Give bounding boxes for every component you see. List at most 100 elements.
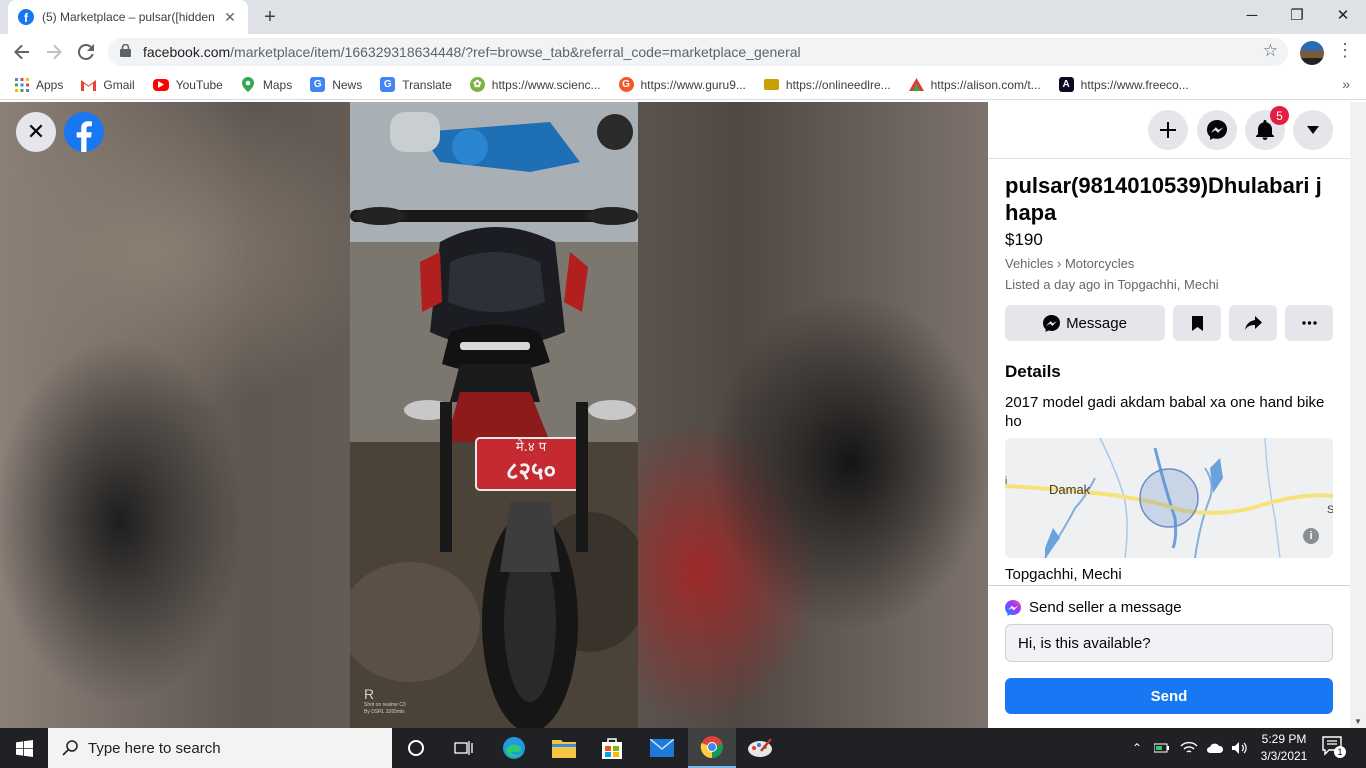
share-icon: [1244, 315, 1262, 330]
send-button[interactable]: Send: [1005, 678, 1333, 714]
map-graphic: [1005, 438, 1333, 558]
plate-top-text: मे.४ प: [515, 440, 547, 455]
listing-description: 2017 model gadi akdam babal xa one hand …: [1005, 394, 1325, 430]
facebook-icon: f: [18, 9, 34, 25]
start-button[interactable]: [0, 728, 48, 768]
minimize-button[interactable]: ─: [1229, 0, 1275, 30]
folder-icon: [552, 740, 576, 758]
browser-tab[interactable]: f (5) Marketplace – pulsar([hidden ✕: [8, 0, 248, 34]
location-map[interactable]: Damak i S i: [1005, 438, 1333, 558]
photo-viewer: मे.४ प ८२५० R Shot on realme C3 By DSRL …: [0, 102, 988, 728]
address-bar[interactable]: facebook.com/marketplace/item/1663293186…: [108, 38, 1288, 66]
tab-close-icon[interactable]: ✕: [222, 9, 238, 26]
paint-taskbar-button[interactable]: [736, 728, 784, 768]
taskbar-search[interactable]: Type here to search: [48, 728, 392, 768]
listing-photo[interactable]: मे.४ प ८२५० R Shot on realme C3 By DSRL …: [350, 102, 638, 728]
listing-category[interactable]: Vehicles › Motorcycles: [1005, 256, 1134, 271]
volume-icon[interactable]: [1232, 741, 1248, 755]
action-center-button[interactable]: 1: [1322, 736, 1346, 760]
more-options-button[interactable]: [1285, 305, 1333, 341]
map-info-icon[interactable]: i: [1303, 528, 1319, 544]
url-host: facebook.com: [143, 44, 231, 60]
window-close-button[interactable]: ✕: [1320, 0, 1366, 30]
youtube-icon: [152, 78, 169, 91]
bookmark-freecodecamp[interactable]: A https://www.freeco...: [1058, 77, 1189, 92]
browser-menu-icon[interactable]: ⋮: [1336, 40, 1354, 64]
section-divider: [988, 585, 1350, 586]
messenger-button[interactable]: [1197, 110, 1237, 150]
url-path: /marketplace/item/166329318634448/?ref=b…: [230, 44, 801, 60]
bookmark-label: YouTube: [175, 77, 223, 92]
bookmark-maps[interactable]: Maps: [241, 77, 292, 92]
file-explorer-button[interactable]: [540, 728, 588, 768]
lock-icon: [120, 43, 131, 60]
show-hidden-icons[interactable]: ⌃: [1132, 741, 1142, 755]
action-center-count: 1: [1334, 746, 1346, 758]
page-scrollbar[interactable]: ▼: [1350, 102, 1366, 728]
bookmark-alison[interactable]: https://alison.com/t...: [908, 77, 1041, 92]
bookmark-label: https://www.scienc...: [491, 77, 601, 92]
new-tab-button[interactable]: +: [258, 5, 282, 29]
mail-button[interactable]: [638, 728, 686, 768]
message-seller-button[interactable]: Message: [1005, 305, 1165, 341]
gmail-icon: [81, 77, 97, 92]
watermark-line-2: By DSRL 3265mls: [364, 709, 405, 715]
bookmark-label: Maps: [262, 77, 293, 92]
bookmark-guru[interactable]: G https://www.guru9...: [618, 77, 746, 92]
restore-button[interactable]: ❐: [1274, 0, 1320, 30]
plate-bottom-text: ८२५०: [506, 457, 556, 485]
bookmark-youtube[interactable]: YouTube: [152, 77, 223, 92]
bookmark-translate[interactable]: G Translate: [380, 77, 452, 92]
message-button-label: Message: [1066, 314, 1127, 332]
share-listing-button[interactable]: [1229, 305, 1277, 341]
store-button[interactable]: [588, 728, 636, 768]
paint-palette-icon: [748, 738, 772, 757]
task-view-button[interactable]: [440, 728, 488, 768]
bell-icon: [1256, 120, 1274, 140]
close-viewer-button[interactable]: ✕: [16, 112, 56, 152]
bookmark-onlineedl[interactable]: https://onlineedlre...: [763, 78, 891, 92]
account-menu-button[interactable]: [1293, 110, 1333, 150]
edge-taskbar-button[interactable]: [490, 728, 538, 768]
profile-avatar[interactable]: [1300, 41, 1324, 65]
facebook-logo-icon[interactable]: [64, 112, 104, 152]
scroll-down-arrow-icon[interactable]: ▼: [1354, 717, 1362, 726]
onedrive-icon[interactable]: [1206, 741, 1224, 755]
watermark-line-1: Shot on realme C3: [364, 702, 406, 708]
bookmark-label: Apps: [36, 77, 64, 92]
reload-button[interactable]: [72, 38, 100, 66]
listing-location: Topgachhi, Mechi: [1005, 566, 1122, 583]
save-listing-button[interactable]: [1173, 305, 1221, 341]
bookmark-star-icon[interactable]: ☆: [1263, 41, 1278, 61]
messenger-gradient-icon: [1005, 599, 1021, 616]
send-seller-heading: Send seller a message: [1005, 599, 1182, 616]
map-label-i: i: [1005, 476, 1008, 487]
map-label-s: S: [1327, 504, 1333, 516]
bookmark-science[interactable]: ✿ https://www.scienc...: [469, 77, 601, 92]
back-button[interactable]: [8, 38, 36, 66]
windows-logo-icon: [15, 739, 33, 757]
taskbar-clock[interactable]: 5:29 PM 3/3/2021: [1254, 731, 1314, 765]
listing-price: $190: [1005, 230, 1043, 249]
onlineedl-icon: [763, 79, 779, 90]
camera-watermark: R Shot on realme C3 By DSRL 3265mls: [364, 686, 406, 716]
message-input[interactable]: Hi, is this available?: [1005, 624, 1333, 662]
more-bookmarks-icon[interactable]: »: [1342, 76, 1350, 92]
forward-button[interactable]: [40, 38, 68, 66]
clock-time: 5:29 PM: [1261, 732, 1307, 746]
cortana-button[interactable]: [392, 728, 440, 768]
more-icon: [1301, 321, 1317, 325]
wifi-icon[interactable]: [1180, 741, 1198, 755]
battery-icon[interactable]: [1154, 741, 1170, 755]
chrome-icon: [700, 736, 723, 759]
header-divider: [988, 158, 1350, 159]
listing-time-location: Listed a day ago in Topgachhi, Mechi: [1005, 277, 1219, 292]
caret-down-icon: [1307, 126, 1319, 134]
create-button[interactable]: [1148, 110, 1188, 150]
bookmark-gmail[interactable]: Gmail: [81, 77, 135, 92]
chrome-taskbar-button[interactable]: [688, 728, 736, 768]
bookmark-news[interactable]: G News: [310, 77, 362, 92]
bookmark-label: https://alison.com/t...: [930, 77, 1041, 92]
bookmark-apps[interactable]: Apps: [14, 77, 63, 92]
maps-icon: [241, 77, 256, 92]
